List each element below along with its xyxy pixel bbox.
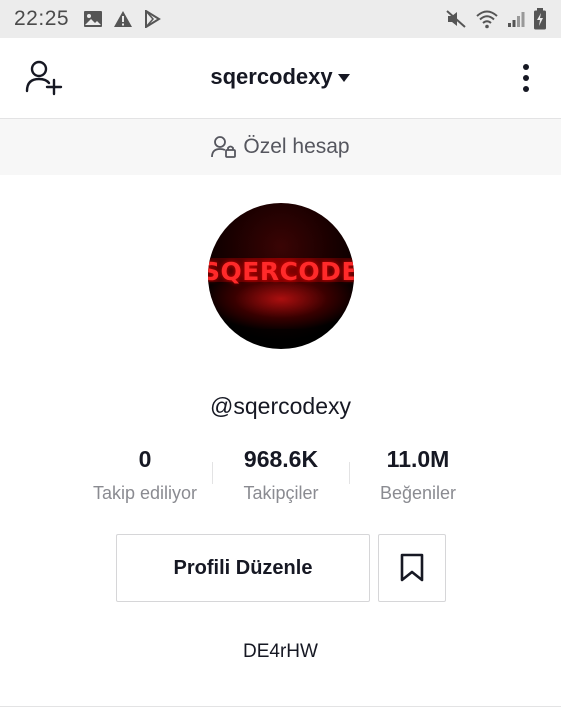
- private-account-label: Özel hesap: [243, 135, 350, 158]
- stat-following[interactable]: 0 Takip ediliyor: [85, 446, 205, 504]
- bookmark-button[interactable]: [378, 534, 446, 602]
- account-switcher[interactable]: sqercodexy: [0, 64, 561, 90]
- stat-followers-value: 968.6K: [243, 446, 319, 472]
- play-store-icon: [143, 10, 161, 28]
- avatar-glow: [208, 279, 354, 329]
- status-time: 22:25: [14, 7, 70, 30]
- stat-followers-label: Takipçiler: [243, 483, 319, 503]
- more-options-icon: [523, 64, 529, 92]
- divider: [0, 706, 561, 707]
- page-title: sqercodexy: [210, 64, 333, 89]
- stats-divider: [212, 462, 213, 484]
- warning-icon: [113, 10, 133, 28]
- stat-likes-label: Beğeniler: [379, 483, 457, 503]
- stat-following-value: 0: [138, 446, 152, 472]
- profile-handle: @sqercodexy: [210, 393, 351, 419]
- stats-divider: [349, 462, 350, 484]
- stat-followers[interactable]: 968.6K Takipçiler: [232, 446, 330, 504]
- battery-icon: [533, 8, 547, 30]
- more-options-button[interactable]: [517, 62, 535, 94]
- avatar-logo-text: SQERCODEXY: [208, 257, 354, 286]
- profile-bio: DE4rHW: [243, 641, 318, 662]
- stat-following-label: Takip ediliyor: [92, 483, 198, 503]
- avatar[interactable]: SQERCODEXY: [208, 203, 354, 349]
- bookmark-icon: [400, 553, 424, 582]
- edit-profile-button[interactable]: Profili Düzenle: [116, 534, 370, 602]
- profile-stats: 0 Takip ediliyor 968.6K Takipçiler 11.0M…: [0, 446, 561, 508]
- mute-icon: [445, 9, 467, 29]
- stat-likes-value: 11.0M: [386, 446, 450, 472]
- image-icon: [83, 10, 103, 28]
- stat-likes[interactable]: 11.0M Beğeniler: [370, 446, 466, 504]
- chevron-down-icon: [337, 63, 351, 89]
- profile-header: sqercodexy: [0, 38, 561, 119]
- private-account-banner: Özel hesap: [0, 119, 561, 175]
- wifi-icon: [475, 9, 499, 29]
- private-account-icon: [211, 136, 237, 158]
- signal-icon: [507, 10, 525, 28]
- status-bar: 22:25: [0, 0, 561, 38]
